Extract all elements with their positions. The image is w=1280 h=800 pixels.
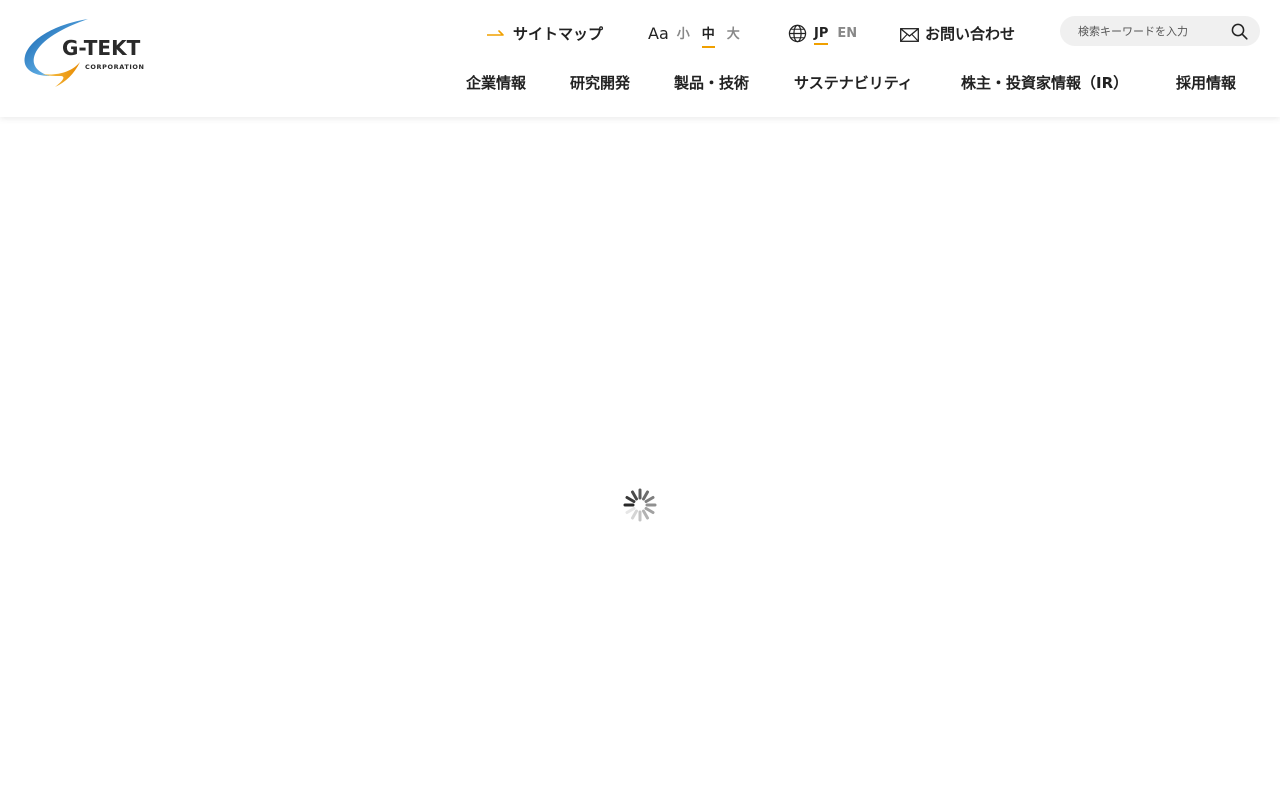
search-input[interactable] [1072,16,1222,46]
search-icon[interactable] [1231,23,1248,40]
font-size-small[interactable]: 小 [677,23,690,44]
spinner-spoke [625,507,636,514]
nav-research-development[interactable]: 研究開発 [570,72,630,94]
spinner-spoke [642,490,649,501]
font-size-large[interactable]: 大 [727,23,740,44]
contact-link[interactable]: お問い合わせ [900,20,1015,46]
company-logo[interactable]: G-TEKT CORPORATION [22,16,162,90]
lang-option-jp[interactable]: JP [814,26,829,45]
globe-icon [788,24,807,43]
spinner-spoke [625,496,636,503]
site-header: G-TEKT CORPORATION サイトマップ Aa 小 中 大 JP EN [0,0,1280,117]
sitemap-link[interactable]: サイトマップ [487,20,603,46]
arrow-right-icon [487,28,505,38]
language-switcher: JP EN [788,20,866,46]
spinner-spoke [644,496,655,503]
spinner-icon [622,487,658,523]
nav-investor-relations[interactable]: 株主・投資家情報（IR） [961,72,1128,94]
spinner-spoke [631,509,638,520]
font-size-switcher: Aa 小 中 大 [648,20,752,48]
nav-products-technology[interactable]: 製品・技術 [674,72,749,94]
contact-label: お問い合わせ [925,24,1016,43]
spinner-spoke [631,490,638,501]
nav-company-info[interactable]: 企業情報 [466,72,526,94]
logo-subtitle: CORPORATION [85,63,145,71]
sitemap-label: サイトマップ [513,24,604,43]
logo-name: G-TEKT [62,36,141,60]
spinner-spoke [642,509,649,520]
mail-icon [900,27,919,42]
spinner-spoke [644,507,655,514]
search-box [1060,16,1260,46]
nav-recruitment[interactable]: 採用情報 [1176,72,1236,94]
font-size-medium[interactable]: 中 [701,23,715,48]
font-size-icon: Aa [648,23,669,43]
nav-sustainability[interactable]: サステナビリティ [794,72,913,94]
lang-option-en[interactable]: EN [837,26,857,41]
